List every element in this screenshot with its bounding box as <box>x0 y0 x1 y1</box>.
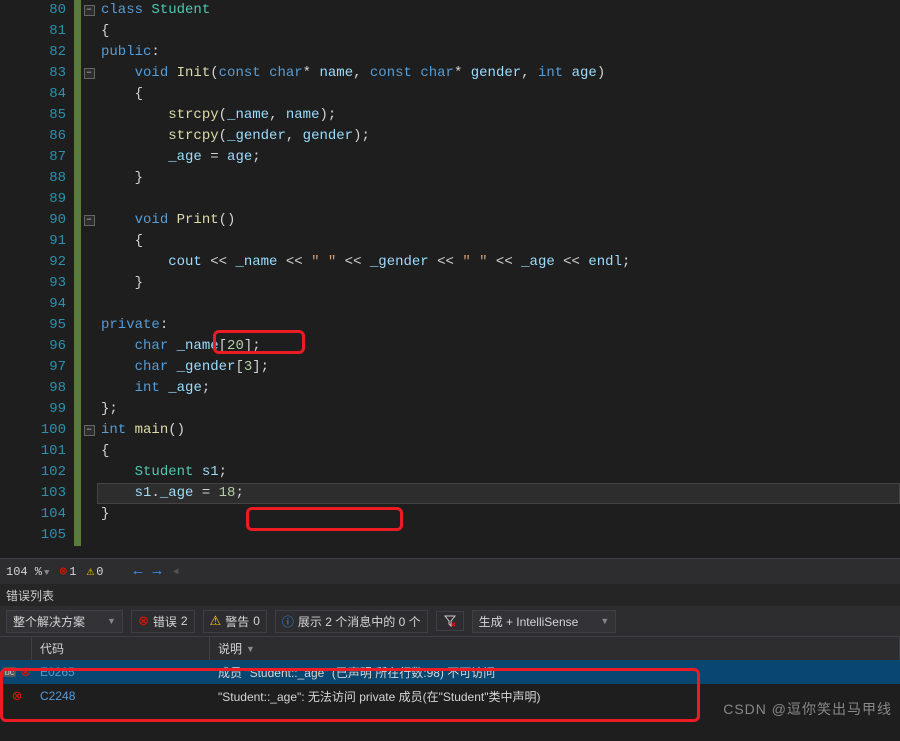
next-error-button[interactable]: → <box>153 563 162 580</box>
info-icon: ⓘ <box>282 613 294 630</box>
filter-clear-icon <box>443 614 457 628</box>
warning-icon: ⚠ <box>86 564 94 579</box>
chevron-down-icon: ▼ <box>107 616 116 626</box>
scope-dropdown[interactable]: 整个解决方案 ▼ <box>6 610 123 633</box>
error-list-panel-title: 错误列表 <box>0 584 900 606</box>
fold-icon[interactable]: − <box>84 5 95 16</box>
fold-icon[interactable]: − <box>84 425 95 436</box>
prev-error-button[interactable]: ← <box>133 563 142 580</box>
error-table-header: 代码 说明▼ <box>0 636 900 660</box>
error-row[interactable]: bc⊗ E0265 成员 "Student::_age" (已声明 所在行数:9… <box>0 660 900 684</box>
editor-status-bar: 104 %▼ ⊗1 ⚠0 ← → ◂ <box>0 558 900 584</box>
intellisense-icon: bc <box>3 667 17 677</box>
error-description: 成员 "Student::_age" (已声明 所在行数:98) 不可访问 <box>210 664 900 681</box>
sort-icon: ▼ <box>246 644 255 654</box>
watermark: CSDN @逗你笑出马甲线 <box>723 699 892 719</box>
fold-icon[interactable]: − <box>84 68 95 79</box>
source-dropdown[interactable]: 生成 + IntelliSense ▼ <box>472 610 617 633</box>
error-icon: ⊗ <box>59 564 67 579</box>
error-count[interactable]: ⊗1 <box>59 564 76 580</box>
error-code: E0265 <box>32 665 210 679</box>
chevron-down-icon: ▼ <box>44 568 49 578</box>
chevron-down-icon: ▼ <box>600 616 609 626</box>
clear-filter-button[interactable] <box>436 611 464 631</box>
change-indicator <box>74 0 81 558</box>
error-code: C2248 <box>32 689 210 703</box>
fold-gutter[interactable]: − − − − <box>81 0 97 558</box>
errors-filter-button[interactable]: ⊗ 错误 2 <box>131 610 195 633</box>
code-editor[interactable]: 808182 838485 868788 899091 929394 95969… <box>0 0 900 558</box>
messages-filter-button[interactable]: ⓘ 展示 2 个消息中的 0 个 <box>275 610 428 633</box>
column-description[interactable]: 说明▼ <box>210 637 900 660</box>
warning-count[interactable]: ⚠0 <box>86 564 103 580</box>
error-icon: ⊗ <box>20 664 31 680</box>
error-icon: ⊗ <box>12 688 23 704</box>
line-number-gutter: 808182 838485 868788 899091 929394 95969… <box>0 0 74 558</box>
error-icon: ⊗ <box>138 613 149 629</box>
error-list-toolbar: 整个解决方案 ▼ ⊗ 错误 2 ⚠ 警告 0 ⓘ 展示 2 个消息中的 0 个 … <box>0 606 900 636</box>
fold-icon[interactable]: − <box>84 215 95 226</box>
zoom-level[interactable]: 104 %▼ <box>6 565 49 579</box>
warnings-filter-button[interactable]: ⚠ 警告 0 <box>203 610 267 633</box>
code-content[interactable]: class Student { public: void Init(const … <box>97 0 900 558</box>
column-code[interactable]: 代码 <box>32 637 210 660</box>
warning-icon: ⚠ <box>210 613 222 629</box>
